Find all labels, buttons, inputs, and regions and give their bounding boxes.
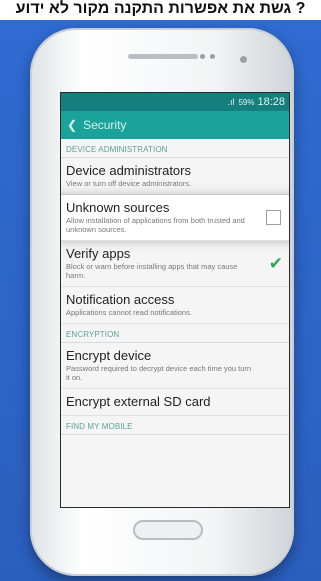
page-title: Security xyxy=(83,118,127,132)
section-header-encryption: ENCRYPTION xyxy=(61,324,289,343)
caption-text: ? גשת את אפשרות התקנה מקור לא ידוע xyxy=(0,0,321,22)
item-title: Device administrators xyxy=(66,163,191,178)
settings-item-notification-access[interactable]: Notification access Applications cannot … xyxy=(61,287,289,324)
chevron-left-icon[interactable]: ❮ xyxy=(67,118,77,132)
action-bar: ❮ Security xyxy=(61,111,289,139)
front-camera xyxy=(240,56,247,63)
section-header-find-my-mobile: FIND MY MOBILE xyxy=(61,416,289,435)
item-title: Unknown sources xyxy=(66,200,170,215)
checkmark-icon[interactable]: ✔ xyxy=(269,255,283,272)
item-description: Password required to decrypt device each… xyxy=(66,364,252,382)
item-title: Encrypt device xyxy=(66,348,152,363)
settings-item-device-administrators[interactable]: Device administrators View or turn off d… xyxy=(61,158,289,195)
item-title: Notification access xyxy=(66,292,175,307)
item-description: Allow installation of applications from … xyxy=(66,216,245,234)
unknown-sources-checkbox[interactable] xyxy=(266,209,281,225)
item-description: Block or warn before installing apps tha… xyxy=(66,262,238,280)
item-title: Verify apps xyxy=(66,246,131,261)
battery-icon: 59% xyxy=(238,97,255,107)
settings-item-encrypt-sd-card[interactable]: Encrypt external SD card xyxy=(61,389,289,416)
proximity-sensor xyxy=(200,54,205,59)
home-button[interactable] xyxy=(133,520,203,540)
settings-item-encrypt-device[interactable]: Encrypt device Password required to decr… xyxy=(61,343,289,389)
clock: 18:28 xyxy=(257,96,285,108)
phone-screen: .ıl 59% 18:28 ❮ Security DEVICE ADMINIST… xyxy=(60,92,290,508)
signal-icon: .ıl xyxy=(227,97,235,107)
light-sensor xyxy=(210,54,215,59)
item-title: Encrypt external SD card xyxy=(66,394,211,409)
status-bar: .ıl 59% 18:28 xyxy=(61,93,289,111)
settings-item-unknown-sources[interactable]: Unknown sources Allow installation of ap… xyxy=(61,195,289,241)
settings-item-verify-apps[interactable]: Verify apps Block or warn before install… xyxy=(61,241,289,287)
earpiece-speaker xyxy=(128,54,198,59)
item-description: Applications cannot read notifications. xyxy=(66,308,192,317)
section-header-device-administration: DEVICE ADMINISTRATION xyxy=(61,139,289,158)
item-description: View or turn off device administrators. xyxy=(66,179,192,188)
